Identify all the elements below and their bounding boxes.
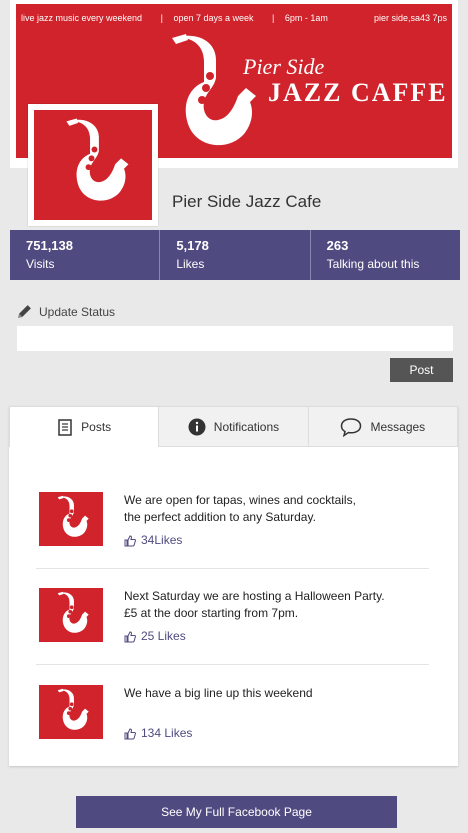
stat-label: Visits <box>26 257 55 271</box>
likes-count: 25 Likes <box>141 629 186 643</box>
tab-notifications[interactable]: Notifications <box>159 406 309 447</box>
stat-value: 751,138 <box>26 238 73 253</box>
stat-label: Talking about this <box>326 257 420 271</box>
post-text: the perfect addition to any Saturday. <box>124 510 316 524</box>
cover-info-days: open 7 days a week <box>173 13 254 23</box>
post-text: We are open for tapas, wines and cocktai… <box>124 493 356 507</box>
post-likes[interactable]: 34Likes <box>124 532 356 549</box>
saxophone-icon <box>66 118 129 201</box>
chat-bubble-icon <box>341 417 362 437</box>
cover-info-music: live jazz music every weekend <box>21 13 143 23</box>
cover-info-separator: | <box>160 13 163 23</box>
stat-value: 5,178 <box>176 238 209 253</box>
saxophone-icon <box>57 688 89 730</box>
thumbs-up-icon <box>124 727 136 739</box>
saxophone-icon <box>57 495 89 537</box>
stat-label: Likes <box>176 257 205 271</box>
cover-info-bar: live jazz music every weekend | open 7 d… <box>21 13 447 23</box>
likes-count: 134 Likes <box>141 726 193 740</box>
full-facebook-page-button[interactable]: See My Full Facebook Page <box>76 796 397 828</box>
tab-label: Posts <box>81 420 112 434</box>
post-likes[interactable]: 25 Likes <box>124 628 385 645</box>
tab-messages[interactable]: Messages <box>308 406 458 447</box>
list-item: We are open for tapas, wines and cocktai… <box>39 492 429 549</box>
tab-label: Notifications <box>213 419 280 434</box>
page-title: Pier Side Jazz Cafe <box>172 192 322 211</box>
list-item: We have a big line up this weekend 134 L… <box>39 685 429 742</box>
post-text <box>124 702 313 719</box>
post-likes[interactable]: 134 Likes <box>124 725 313 742</box>
pencil-icon <box>18 305 31 318</box>
post-thumbnail[interactable] <box>39 588 103 642</box>
info-icon <box>188 418 206 435</box>
profile-picture[interactable] <box>28 104 158 226</box>
tab-bar: Posts Notifications Messages <box>9 406 458 447</box>
list-item: Next Saturday we are hosting a Halloween… <box>39 588 429 645</box>
cover-info-hours: 6pm - 1am <box>284 13 328 23</box>
document-icon <box>58 418 72 436</box>
post-text: We have a big line up this weekend <box>124 686 313 700</box>
stats-bar: 751,138 Visits 5,178 Likes 263 Talking a… <box>10 230 460 280</box>
cover-brand-line2: JAZZ CAFFE <box>268 78 448 107</box>
cover-info-separator: | <box>272 13 275 23</box>
divider <box>36 568 429 569</box>
thumbs-up-icon <box>124 630 136 642</box>
thumbs-up-icon <box>124 534 136 546</box>
stat-value: 263 <box>326 238 349 253</box>
saxophone-icon <box>57 591 89 633</box>
tab-label: Messages <box>370 419 426 434</box>
post-thumbnail[interactable] <box>39 685 103 739</box>
stat-talking: 263 Talking about this <box>310 230 460 280</box>
post-thumbnail[interactable] <box>39 492 103 546</box>
post-button[interactable]: Post <box>390 358 453 382</box>
tab-posts[interactable]: Posts <box>9 406 160 447</box>
likes-count: 34Likes <box>141 533 183 547</box>
post-text: Next Saturday we are hosting a Halloween… <box>124 589 385 603</box>
update-status-label: Update Status <box>39 304 116 319</box>
status-input[interactable] <box>17 326 453 351</box>
update-status-header: Update Status <box>16 303 115 320</box>
post-body: Next Saturday we are hosting a Halloween… <box>124 588 385 645</box>
stat-likes: 5,178 Likes <box>160 230 311 280</box>
divider <box>36 664 429 665</box>
stat-visits: 751,138 Visits <box>10 230 161 280</box>
saxophone-icon <box>172 34 256 146</box>
post-body: We have a big line up this weekend 134 L… <box>124 685 313 742</box>
post-body: We are open for tapas, wines and cocktai… <box>124 492 356 549</box>
post-text: £5 at the door starting from 7pm. <box>124 606 299 620</box>
cover-info-address: pier side,sa43 7ps <box>373 13 447 23</box>
cover-brand-line1: Pier Side <box>243 54 325 79</box>
profile-picture-inner <box>34 110 152 220</box>
